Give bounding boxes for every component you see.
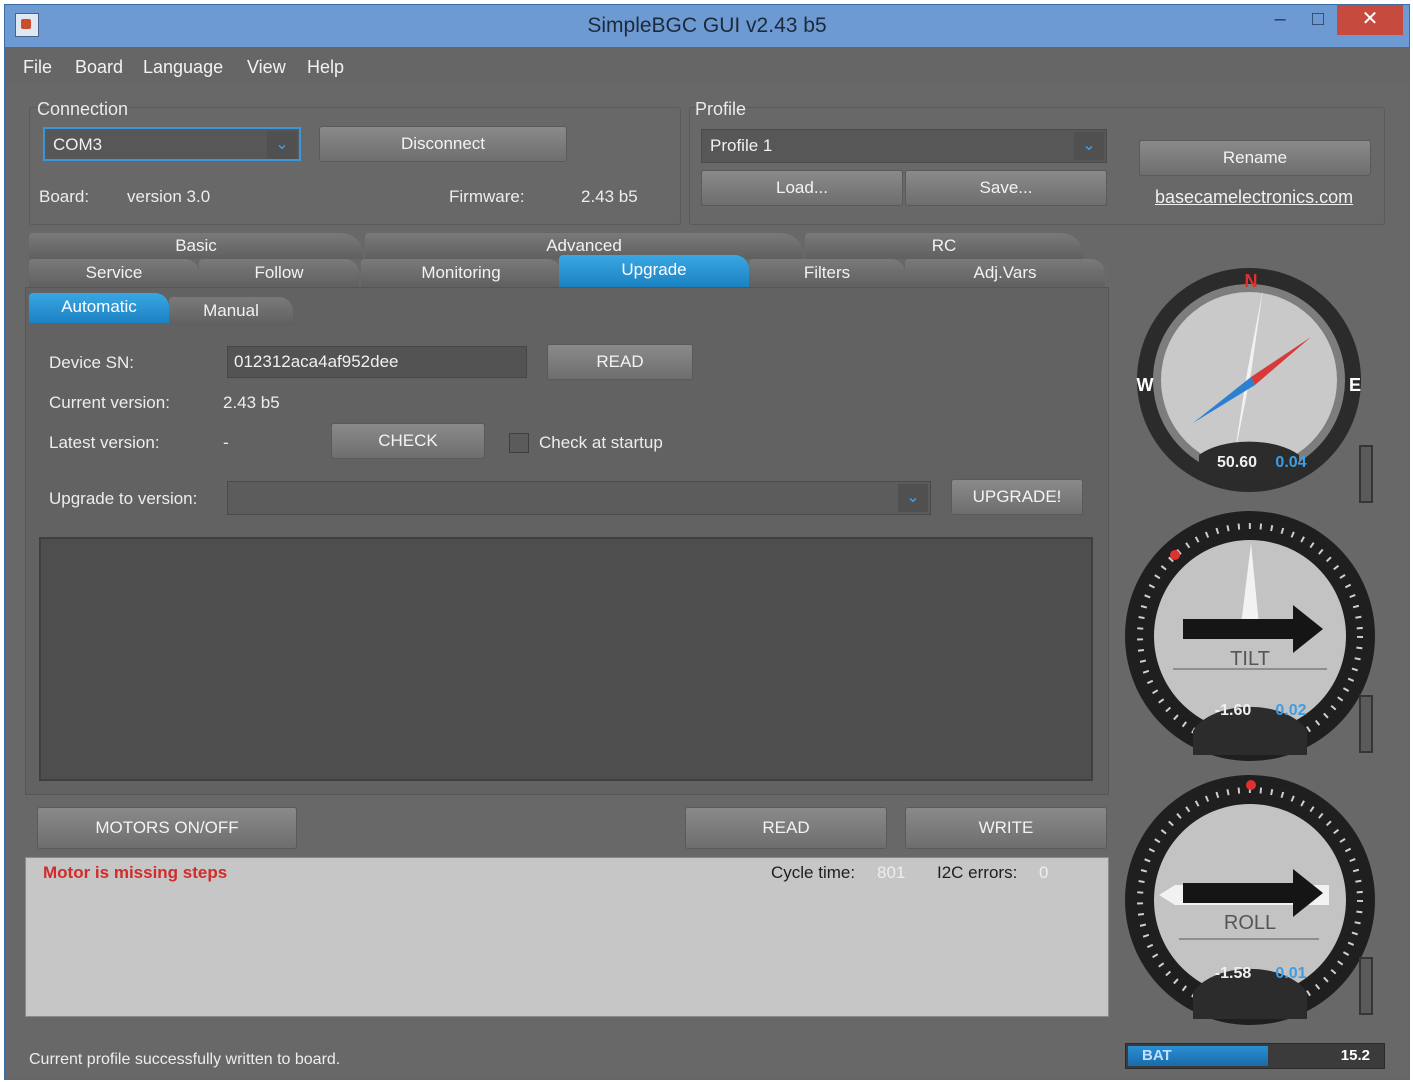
- status-message: Current profile successfully written to …: [29, 1051, 341, 1068]
- compass-gauge: N E W 50.60 0.04: [1129, 265, 1369, 505]
- save-profile-button[interactable]: Save...: [905, 170, 1107, 206]
- firmware-value: 2.43 b5: [581, 187, 638, 206]
- check-at-startup-label: Check at startup: [539, 433, 663, 452]
- tab-follow[interactable]: Follow: [199, 259, 359, 287]
- battery-indicator: BAT 15.2: [1125, 1043, 1385, 1069]
- check-at-startup-checkbox[interactable]: [509, 433, 529, 453]
- tilt-bar-indicator: [1359, 695, 1373, 753]
- motors-toggle-button[interactable]: MOTORS ON/OFF: [37, 807, 297, 849]
- compass-bar-indicator: [1359, 445, 1373, 503]
- connection-label: Connection: [37, 99, 129, 119]
- tab-service[interactable]: Service: [29, 259, 199, 287]
- chevron-down-icon: ⌄: [267, 131, 297, 159]
- current-version-label: Current version:: [49, 393, 170, 412]
- upgrade-log-area: [39, 537, 1093, 781]
- tilt-label: TILT: [1230, 648, 1270, 670]
- window-title: SimpleBGC GUI v2.43 b5: [587, 14, 827, 37]
- close-button[interactable]: ✕: [1337, 5, 1403, 35]
- device-sn-field[interactable]: 012312aca4af952dee: [227, 346, 527, 378]
- tab-group-basic-label: Basic: [175, 236, 217, 255]
- menu-board[interactable]: Board: [75, 57, 123, 78]
- device-sn-label: Device SN:: [49, 353, 135, 372]
- board-label: Board:: [39, 187, 90, 206]
- port-value: COM3: [53, 135, 103, 154]
- connection-group: [29, 107, 681, 225]
- website-link[interactable]: basecamelectronics.com: [1155, 187, 1353, 208]
- battery-value: 15.2: [1340, 1047, 1370, 1064]
- title-bar: SimpleBGC GUI v2.43 b5 – □ ✕: [5, 5, 1409, 47]
- subtab-automatic[interactable]: Automatic: [29, 293, 169, 323]
- roll-gauge: ROLL -1.58 0.01: [1123, 773, 1377, 1027]
- compass-w: W: [1137, 375, 1154, 395]
- app-window: SimpleBGC GUI v2.43 b5 – □ ✕ File Board …: [4, 4, 1410, 1080]
- upgrade-to-label: Upgrade to version:: [49, 489, 198, 508]
- read-params-button[interactable]: READ: [685, 807, 887, 849]
- upgrade-version-select[interactable]: ⌄: [227, 481, 931, 515]
- compass-e: E: [1349, 375, 1361, 395]
- tab-group-basic: Basic: [29, 233, 363, 259]
- profile-label: Profile: [695, 99, 747, 119]
- tab-monitoring[interactable]: Monitoring: [361, 259, 561, 287]
- battery-label: BAT: [1142, 1047, 1172, 1064]
- write-params-button[interactable]: WRITE: [905, 807, 1107, 849]
- tilt-rate: 0.02: [1275, 702, 1306, 719]
- minimize-button[interactable]: –: [1259, 5, 1301, 35]
- i2c-errors-label: I2C errors:: [937, 863, 1018, 882]
- current-version-value: 2.43 b5: [223, 393, 280, 412]
- i2c-errors-value: 0: [1039, 863, 1049, 882]
- chevron-down-icon: ⌄: [1074, 132, 1104, 160]
- subtab-manual[interactable]: Manual: [169, 297, 293, 325]
- tab-group-rc-label: RC: [931, 236, 957, 255]
- tilt-angle: -1.60: [1215, 702, 1252, 719]
- roll-label: ROLL: [1224, 912, 1276, 934]
- menu-help[interactable]: Help: [307, 57, 344, 78]
- latest-version-label: Latest version:: [49, 433, 160, 452]
- read-sn-button[interactable]: READ: [547, 344, 693, 380]
- cycle-time-value: 801: [877, 863, 906, 882]
- chevron-down-icon: ⌄: [898, 484, 928, 512]
- tab-upgrade[interactable]: Upgrade: [559, 255, 749, 287]
- profile-select[interactable]: Profile 1 ⌄: [701, 129, 1107, 163]
- menu-file[interactable]: File: [23, 57, 52, 78]
- profile-value: Profile 1: [710, 136, 773, 155]
- tab-group-advanced-label: Advanced: [546, 236, 622, 255]
- tab-group-rc: RC: [805, 233, 1083, 259]
- disconnect-button[interactable]: Disconnect: [319, 126, 567, 162]
- compass-rate: 0.04: [1275, 454, 1306, 471]
- roll-angle: -1.58: [1215, 965, 1252, 982]
- tab-filters[interactable]: Filters: [749, 259, 905, 287]
- menu-view[interactable]: View: [247, 57, 286, 78]
- tab-adj-vars[interactable]: Adj.Vars: [905, 259, 1105, 287]
- roll-rate: 0.01: [1275, 965, 1306, 982]
- cycle-time-label: Cycle time:: [771, 863, 856, 882]
- compass-angle: 50.60: [1217, 454, 1257, 471]
- tilt-gauge: TILT -1.60 0.02: [1123, 509, 1377, 763]
- menu-language[interactable]: Language: [143, 57, 223, 78]
- check-button[interactable]: CHECK: [331, 423, 485, 459]
- rename-profile-button[interactable]: Rename: [1139, 140, 1371, 176]
- firmware-label: Firmware:: [449, 187, 525, 206]
- load-profile-button[interactable]: Load...: [701, 170, 903, 206]
- maximize-button[interactable]: □: [1297, 5, 1339, 35]
- menu-bar: File Board Language View Help: [5, 47, 1409, 85]
- board-value: version 3.0: [127, 187, 211, 206]
- compass-n: N: [1245, 271, 1258, 291]
- upgrade-button[interactable]: UPGRADE!: [951, 479, 1083, 515]
- port-select[interactable]: COM3 ⌄: [43, 127, 301, 161]
- error-message: Motor is missing steps: [43, 863, 228, 882]
- roll-bar-indicator: [1359, 957, 1373, 1015]
- latest-version-value: -: [223, 433, 229, 452]
